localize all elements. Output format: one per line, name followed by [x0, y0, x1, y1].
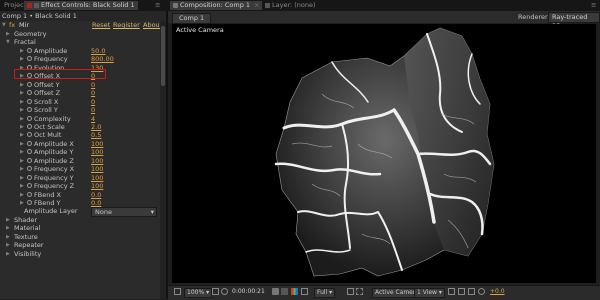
property-row-26[interactable]: ▶ Visibility [0, 250, 166, 259]
stopwatch-icon[interactable] [27, 115, 32, 121]
snapshot-icon[interactable] [272, 288, 279, 295]
stopwatch-icon[interactable] [27, 107, 32, 113]
3d-view-icon[interactable] [458, 288, 465, 295]
stopwatch-icon[interactable] [27, 81, 32, 87]
exposure-value[interactable]: +0.0 [490, 288, 505, 296]
comp-tab-label: Comp 1 [179, 14, 205, 22]
stopwatch-icon[interactable] [27, 157, 32, 163]
group-label: Visibility [14, 249, 42, 258]
reset-link[interactable]: Reset [92, 21, 110, 30]
scrollbar-thumb[interactable] [161, 26, 165, 86]
stopwatch-icon[interactable] [27, 90, 32, 96]
zoom-value: 100% [187, 289, 205, 296]
fast-previews-icon[interactable] [356, 288, 363, 295]
renderer-label: Renderer: [518, 13, 550, 21]
transparency-grid-icon[interactable] [347, 288, 354, 295]
composition-viewer[interactable] [172, 24, 596, 283]
stopwatch-icon[interactable] [27, 132, 32, 138]
panel-menu-icon-right[interactable]: ≡ [588, 1, 599, 10]
layer-path: Comp 1 • Black Solid 1 [2, 12, 77, 20]
stopwatch-icon[interactable] [27, 191, 32, 197]
render-preview [274, 27, 495, 277]
camera-view-value: Active Camera [375, 289, 420, 296]
view-layout-value: 1 View [417, 289, 437, 296]
stopwatch-icon[interactable] [27, 183, 32, 189]
stopwatch-icon[interactable] [27, 140, 32, 146]
tab-effect-controls-label: Effect Controls: Black Solid 1 [41, 1, 135, 9]
tab-effect-controls[interactable]: Effect Controls: Black Solid 1 [24, 1, 138, 10]
effect-controls-header: Comp 1 • Black Solid 1 [0, 11, 166, 21]
color-channels-icon[interactable] [291, 288, 298, 295]
toggle-pixel-aspect-icon[interactable] [448, 288, 455, 295]
flowchart-icon[interactable] [468, 288, 475, 295]
tab-composition[interactable]: Composition: Comp 1 × [170, 1, 263, 10]
layer-icon [265, 2, 270, 8]
effect-name: Mir [19, 21, 30, 29]
mask-icon[interactable] [221, 288, 228, 295]
expand-triangle-icon[interactable]: ▼ [2, 21, 6, 30]
tab-layer[interactable]: Layer: (none) [262, 1, 319, 10]
timecode[interactable]: 0:00:00:21 [232, 288, 265, 296]
lock-icon[interactable] [27, 2, 32, 8]
grid-icon[interactable] [212, 288, 219, 295]
fx-icon[interactable]: fx [9, 21, 15, 30]
region-icon[interactable] [301, 288, 308, 295]
zoom-dropdown[interactable]: 100% ▾ [184, 288, 213, 298]
stopwatch-icon[interactable] [27, 200, 32, 205]
stopwatch-icon[interactable] [27, 98, 32, 104]
effect-icon [34, 2, 39, 8]
tab-layer-label: Layer: (none) [272, 1, 316, 9]
stopwatch-icon[interactable] [27, 123, 32, 129]
tab-composition-label: Composition: Comp 1 [180, 1, 251, 9]
effect-row[interactable]: ▼ fx Mir Reset Register About [0, 21, 166, 30]
stopwatch-icon[interactable] [27, 166, 32, 172]
renderer-button[interactable]: Ray-traced 3D [548, 12, 600, 30]
view-layout-dropdown[interactable]: 1 View ▾ [414, 288, 445, 298]
close-icon[interactable]: × [254, 1, 259, 9]
stopwatch-icon[interactable] [27, 47, 32, 53]
panel-menu-icon[interactable]: ≡ [152, 1, 163, 10]
expand-triangle-icon[interactable]: ▶ [6, 250, 10, 259]
stopwatch-icon[interactable] [27, 56, 32, 62]
always-preview-icon[interactable] [174, 288, 181, 295]
tab-project-label: Project [4, 1, 27, 9]
reset-exposure-icon[interactable] [478, 288, 485, 295]
resolution-dropdown[interactable]: Full ▾ [314, 288, 336, 298]
comp-tab-button[interactable]: Comp 1 [172, 13, 212, 24]
register-link[interactable]: Register [113, 21, 140, 30]
active-camera-label: Active Camera [176, 26, 224, 34]
resolution-value: Full [317, 289, 328, 296]
evolution-highlight-box [14, 69, 106, 79]
composition-icon [173, 2, 178, 8]
show-snapshot-icon[interactable] [281, 288, 288, 295]
stopwatch-icon[interactable] [27, 174, 32, 180]
stopwatch-icon[interactable] [27, 149, 32, 155]
